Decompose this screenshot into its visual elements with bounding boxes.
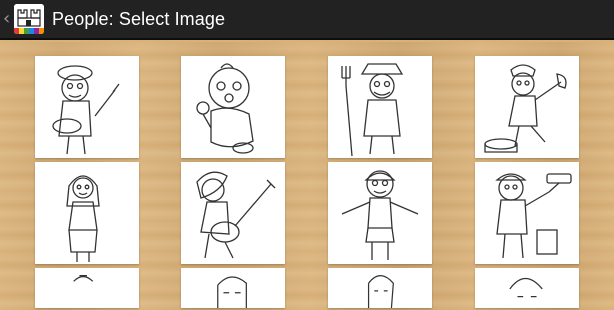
image-tile-lumberjack[interactable] xyxy=(475,56,579,158)
image-tile-house-painter[interactable] xyxy=(475,162,579,264)
person-drawing-partial xyxy=(367,275,394,308)
guitarist-drawing xyxy=(196,171,276,259)
image-tile-partial-1[interactable] xyxy=(35,268,139,308)
image-tile-partial-3[interactable] xyxy=(328,268,432,308)
person-drawing-partial xyxy=(509,277,543,298)
painter-drawing xyxy=(52,65,120,155)
person-drawing-partial xyxy=(217,276,247,308)
farmer-drawing xyxy=(341,63,404,157)
image-tile-girl[interactable] xyxy=(35,162,139,264)
image-tile-partial-2[interactable] xyxy=(181,268,285,308)
swimmer-drawing xyxy=(341,170,419,260)
action-bar: ‹ People: Select Image xyxy=(0,0,614,40)
baby-drawing xyxy=(196,63,254,154)
lumberjack-drawing xyxy=(484,64,567,153)
person-drawing-partial xyxy=(73,275,94,282)
girl-drawing xyxy=(66,175,100,262)
chevron-left-icon[interactable]: ‹ xyxy=(0,0,14,39)
house-painter-drawing xyxy=(495,173,572,259)
image-tile-farmer[interactable] xyxy=(328,56,432,158)
image-tile-guitarist[interactable] xyxy=(181,162,285,264)
image-tile-painter[interactable] xyxy=(35,56,139,158)
page-title: People: Select Image xyxy=(52,8,226,29)
image-tile-baby[interactable] xyxy=(181,56,285,158)
image-tile-partial-4[interactable] xyxy=(475,268,579,308)
castle-drawing-icon[interactable] xyxy=(14,4,44,34)
image-tile-swimmer[interactable] xyxy=(328,162,432,264)
